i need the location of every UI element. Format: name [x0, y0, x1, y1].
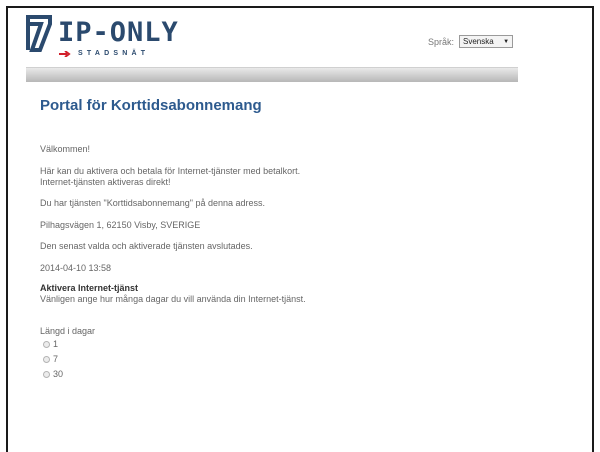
day-option-30-label: 30 [53, 369, 64, 379]
welcome-text: Välkommen! [40, 144, 91, 154]
activate-text: Vänligen ange hur många dagar du vill an… [40, 294, 306, 304]
day-option-7[interactable]: 7 [43, 354, 58, 364]
service-notice: Du har tjänsten "Korttidsabonnemang" på … [40, 198, 266, 208]
main-content: Portal för Korttidsabonnemang Välkommen!… [40, 96, 540, 379]
intro-line-1: Här kan du aktivera och betala för Inter… [40, 166, 301, 176]
ip-only-logo: IP-ONLY STADSNÄT [24, 14, 194, 58]
address-text: Pilhagsvägen 1, 62150 Visby, SVERIGE [40, 220, 201, 230]
day-option-1[interactable]: 1 [43, 339, 58, 349]
language-select[interactable]: Svenska ▼ [459, 35, 514, 48]
day-option-1-label: 1 [53, 339, 59, 349]
ip-only-logo-icon [26, 15, 52, 52]
logo-arrow-icon [59, 51, 71, 57]
radio-7[interactable] [43, 355, 50, 363]
page-title: Portal för Korttidsabonnemang [40, 97, 262, 114]
language-selected-value: Svenska [463, 37, 494, 46]
day-option-30[interactable]: 30 [43, 369, 63, 379]
radio-30[interactable] [43, 370, 50, 378]
logo-text: IP-ONLY [58, 17, 179, 48]
language-selector: Språk: Svenska ▼ [428, 35, 514, 48]
logo-subtext: STADSNÄT [78, 50, 150, 57]
language-label: Språk: [428, 36, 455, 47]
day-option-7-label: 7 [53, 354, 59, 364]
header-bar [26, 67, 518, 82]
days-label: Längd i dagar [40, 326, 96, 336]
chevron-down-icon: ▼ [503, 38, 510, 45]
timestamp: 2014-04-10 13:58 [40, 263, 112, 273]
ended-notice: Den senast valda och aktiverade tjänsten… [40, 241, 253, 251]
activate-heading: Aktivera Internet-tjänst [40, 283, 139, 293]
radio-1[interactable] [43, 340, 50, 348]
intro-line-2: Internet-tjänsten aktiveras direkt! [40, 177, 171, 187]
